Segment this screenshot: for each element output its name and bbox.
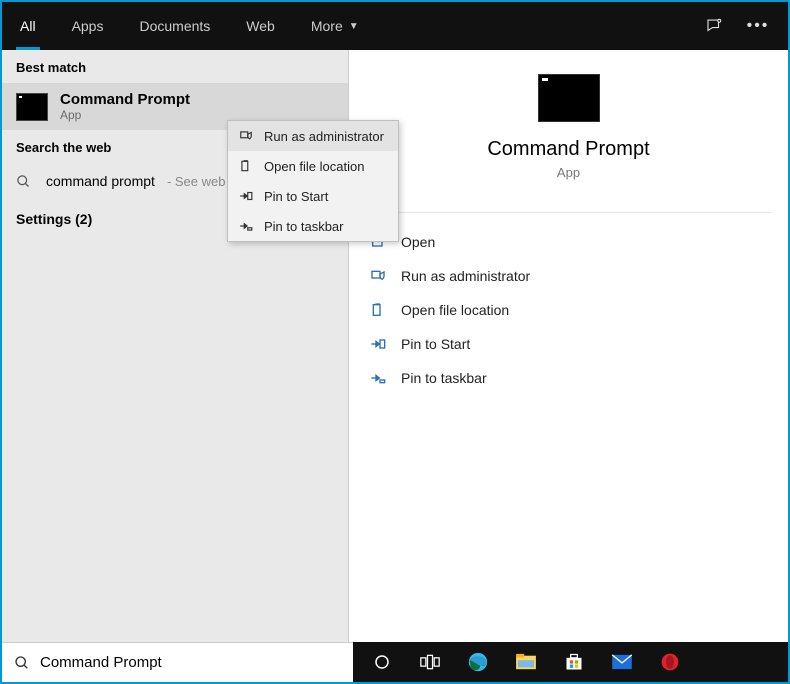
detail-subtitle: App bbox=[557, 165, 580, 180]
pin-start-icon bbox=[238, 188, 254, 204]
detail-pane: Command Prompt App Open Run as administr… bbox=[349, 50, 788, 642]
tab-documents[interactable]: Documents bbox=[121, 2, 228, 50]
action-open[interactable]: Open bbox=[365, 225, 772, 259]
search-icon bbox=[14, 655, 30, 671]
tab-label: Documents bbox=[139, 18, 210, 34]
feedback-icon[interactable] bbox=[692, 2, 736, 50]
result-title: Command Prompt bbox=[60, 91, 190, 108]
more-options-icon[interactable]: ••• bbox=[736, 2, 780, 50]
ctx-label: Run as administrator bbox=[264, 129, 384, 144]
ctx-pin-taskbar[interactable]: Pin to taskbar bbox=[228, 211, 398, 241]
command-prompt-icon bbox=[16, 93, 48, 121]
result-text: Command Prompt App bbox=[60, 91, 190, 122]
action-label: Open bbox=[401, 234, 435, 250]
best-match-heading: Best match bbox=[2, 50, 348, 83]
action-pin-taskbar[interactable]: Pin to taskbar bbox=[365, 361, 772, 395]
opera-icon[interactable] bbox=[647, 642, 693, 682]
pin-taskbar-icon bbox=[369, 369, 387, 387]
search-input[interactable] bbox=[40, 654, 341, 671]
action-label: Open file location bbox=[401, 302, 509, 318]
folder-icon bbox=[369, 301, 387, 319]
search-header: All Apps Documents Web More ▼ ••• bbox=[2, 2, 788, 50]
mail-icon[interactable] bbox=[599, 642, 645, 682]
tab-label: Web bbox=[246, 18, 275, 34]
detail-header: Command Prompt App bbox=[349, 50, 788, 198]
folder-icon bbox=[238, 158, 254, 174]
action-open-location[interactable]: Open file location bbox=[365, 293, 772, 327]
tab-web[interactable]: Web bbox=[228, 2, 293, 50]
action-run-admin[interactable]: Run as administrator bbox=[365, 259, 772, 293]
filter-tabs: All Apps Documents Web More ▼ bbox=[2, 2, 377, 50]
command-prompt-icon bbox=[538, 74, 600, 122]
action-label: Run as administrator bbox=[401, 268, 530, 284]
ctx-label: Pin to taskbar bbox=[264, 219, 344, 234]
edge-icon[interactable] bbox=[455, 642, 501, 682]
tab-label: More bbox=[311, 18, 343, 34]
action-label: Pin to Start bbox=[401, 336, 470, 352]
cortana-icon[interactable] bbox=[359, 642, 405, 682]
admin-shield-icon bbox=[238, 128, 254, 144]
tab-label: All bbox=[20, 18, 36, 34]
file-explorer-icon[interactable] bbox=[503, 642, 549, 682]
action-label: Pin to taskbar bbox=[401, 370, 487, 386]
tab-all[interactable]: All bbox=[2, 2, 54, 50]
spacer bbox=[377, 2, 692, 50]
web-query-hint: - See web bbox=[167, 174, 226, 189]
pin-start-icon bbox=[369, 335, 387, 353]
action-pin-start[interactable]: Pin to Start bbox=[365, 327, 772, 361]
start-search-window: All Apps Documents Web More ▼ ••• Best m… bbox=[0, 0, 790, 684]
ctx-open-location[interactable]: Open file location bbox=[228, 151, 398, 181]
ctx-run-admin[interactable]: Run as administrator bbox=[228, 121, 398, 151]
detail-title: Command Prompt bbox=[487, 138, 649, 161]
taskbar-tray bbox=[353, 642, 788, 682]
admin-shield-icon bbox=[369, 267, 387, 285]
microsoft-store-icon[interactable] bbox=[551, 642, 597, 682]
result-subtitle: App bbox=[60, 108, 190, 122]
ctx-pin-start[interactable]: Pin to Start bbox=[228, 181, 398, 211]
chevron-down-icon: ▼ bbox=[349, 21, 359, 32]
taskbar-search[interactable] bbox=[2, 642, 353, 682]
taskbar bbox=[2, 642, 788, 682]
pin-taskbar-icon bbox=[238, 218, 254, 234]
ctx-label: Pin to Start bbox=[264, 189, 328, 204]
settings-label: Settings (2) bbox=[16, 211, 92, 227]
web-query-text: command prompt bbox=[46, 173, 155, 189]
tab-label: Apps bbox=[72, 18, 104, 34]
task-view-icon[interactable] bbox=[407, 642, 453, 682]
detail-actions: Open Run as administrator Open file loca… bbox=[349, 219, 788, 401]
tab-more[interactable]: More ▼ bbox=[293, 2, 377, 50]
divider bbox=[365, 212, 772, 213]
tab-apps[interactable]: Apps bbox=[54, 2, 122, 50]
search-icon bbox=[16, 174, 34, 189]
context-menu: Run as administrator Open file location … bbox=[227, 120, 399, 242]
ctx-label: Open file location bbox=[264, 159, 364, 174]
